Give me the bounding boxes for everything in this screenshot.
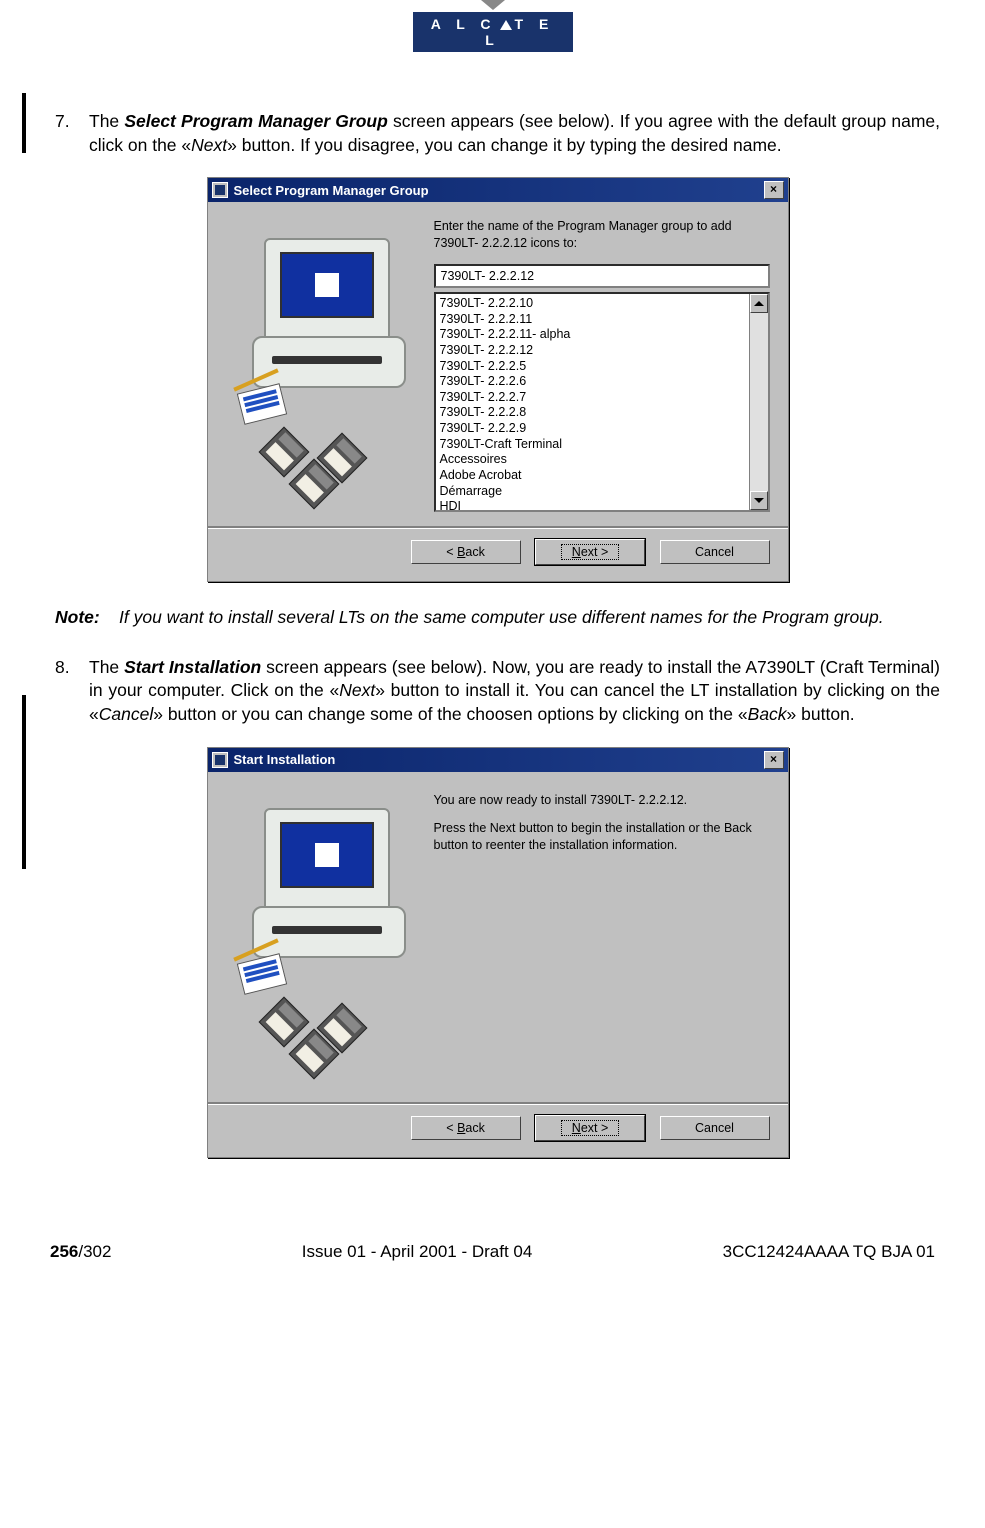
- step-text: The Start Installation screen appears (s…: [89, 656, 940, 727]
- revision-bar: [22, 695, 26, 869]
- close-button[interactable]: ×: [764, 751, 784, 769]
- titlebar: Select Program Manager Group ×: [208, 178, 788, 202]
- close-icon: ×: [770, 752, 777, 766]
- group-listbox-items[interactable]: 7390LT- 2.2.2.107390LT- 2.2.2.117390LT- …: [436, 294, 749, 510]
- next-button[interactable]: Next >: [535, 1115, 645, 1141]
- step-8: 8. The Start Installation screen appears…: [55, 656, 940, 727]
- brand-triangle-icon: [500, 20, 512, 30]
- list-item[interactable]: 7390LT- 2.2.2.9: [440, 421, 745, 437]
- cancel-button[interactable]: Cancel: [660, 1116, 770, 1140]
- back-button[interactable]: < Back: [411, 1116, 521, 1140]
- list-item[interactable]: HDI: [440, 499, 745, 510]
- footer-right: 3CC12424AAAA TQ BJA 01: [723, 1242, 935, 1262]
- window-icon: [212, 752, 228, 768]
- close-button[interactable]: ×: [764, 181, 784, 199]
- list-item[interactable]: 7390LT- 2.2.2.6: [440, 374, 745, 390]
- scroll-track[interactable]: [750, 313, 768, 491]
- list-item[interactable]: Démarrage: [440, 484, 745, 500]
- chevron-down-icon: [754, 498, 764, 503]
- list-item[interactable]: 7390LT- 2.2.2.8: [440, 405, 745, 421]
- dialog-line-2: Press the Next button to begin the insta…: [434, 820, 770, 854]
- scrollbar[interactable]: [749, 294, 768, 510]
- list-item[interactable]: 7390LT-Craft Terminal: [440, 437, 745, 453]
- page-footer: 256/302 Issue 01 - April 2001 - Draft 04…: [0, 1182, 985, 1262]
- next-button[interactable]: Next >: [535, 539, 645, 565]
- group-name-input[interactable]: 7390LT- 2.2.2.12: [434, 264, 770, 288]
- cancel-button[interactable]: Cancel: [660, 540, 770, 564]
- dialog-line-1: You are now ready to install 7390LT- 2.2…: [434, 792, 770, 809]
- list-item[interactable]: 7390LT- 2.2.2.12: [440, 343, 745, 359]
- window-title: Select Program Manager Group: [234, 183, 429, 198]
- window-icon: [212, 182, 228, 198]
- list-item[interactable]: 7390LT- 2.2.2.7: [440, 390, 745, 406]
- list-item[interactable]: 7390LT- 2.2.2.5: [440, 359, 745, 375]
- group-listbox[interactable]: 7390LT- 2.2.2.107390LT- 2.2.2.117390LT- …: [434, 292, 770, 512]
- list-item[interactable]: Adobe Acrobat: [440, 468, 745, 484]
- footer-center: Issue 01 - April 2001 - Draft 04: [302, 1242, 533, 1262]
- step-number: 8.: [55, 656, 77, 727]
- page-number: 256/302: [50, 1242, 111, 1262]
- dialog-prompt: Enter the name of the Program Manager gr…: [434, 218, 770, 252]
- step-text: The Select Program Manager Group screen …: [89, 110, 940, 157]
- list-item[interactable]: Accessoires: [440, 452, 745, 468]
- list-item[interactable]: 7390LT- 2.2.2.11- alpha: [440, 327, 745, 343]
- scroll-up-button[interactable]: [750, 294, 768, 313]
- note: Note: If you want to install several LTs…: [55, 606, 940, 630]
- chevron-up-icon: [754, 301, 764, 306]
- note-label: Note:: [55, 606, 109, 630]
- scroll-down-button[interactable]: [750, 491, 768, 510]
- separator: [208, 1102, 788, 1105]
- titlebar: Start Installation ×: [208, 748, 788, 772]
- installer-illustration: [226, 788, 416, 1088]
- brand-arrow-icon: [481, 0, 505, 10]
- back-button[interactable]: < Back: [411, 540, 521, 564]
- note-text: If you want to install several LTs on th…: [119, 606, 884, 630]
- list-item[interactable]: 7390LT- 2.2.2.10: [440, 296, 745, 312]
- installer-illustration: [226, 218, 416, 508]
- revision-bar: [22, 93, 26, 153]
- start-installation-dialog: Start Installation × You are now ready t…: [207, 747, 789, 1158]
- step-7: 7. The Select Program Manager Group scre…: [55, 110, 940, 157]
- select-program-manager-group-dialog: Select Program Manager Group × Enter the…: [207, 177, 789, 582]
- brand-header: A L CT E L: [413, 0, 573, 52]
- window-title: Start Installation: [234, 752, 336, 767]
- brand-logo: A L CT E L: [413, 12, 573, 52]
- separator: [208, 526, 788, 529]
- list-item[interactable]: 7390LT- 2.2.2.11: [440, 312, 745, 328]
- step-number: 7.: [55, 110, 77, 157]
- close-icon: ×: [770, 182, 777, 196]
